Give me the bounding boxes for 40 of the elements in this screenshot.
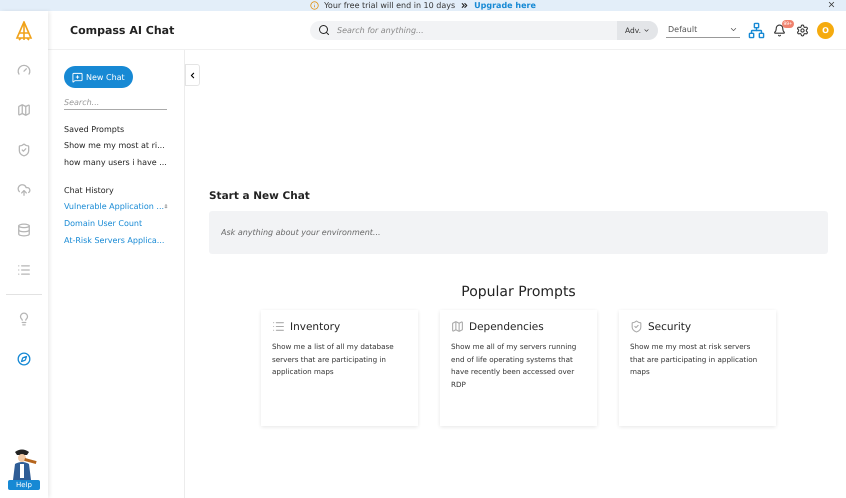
- list-icon[interactable]: [17, 263, 31, 277]
- shield-icon: [630, 320, 643, 333]
- chevron-left-icon: [188, 70, 197, 80]
- saved-prompt[interactable]: how many users i have ...: [64, 154, 168, 171]
- caret-icon: [729, 25, 738, 34]
- chat-plus-icon: [72, 72, 83, 82]
- trial-message: Your free trial will end in 10 days: [324, 1, 456, 10]
- page-title: Compass AI Chat: [70, 24, 174, 36]
- card-title: Inventory: [290, 320, 340, 332]
- gauge-icon[interactable]: [17, 63, 31, 77]
- search-icon: [318, 24, 330, 36]
- settings-icon[interactable]: [796, 24, 809, 36]
- bell-icon[interactable]: [773, 24, 786, 36]
- section-heading: Start a New Chat: [209, 190, 311, 202]
- new-chat-button[interactable]: New Chat: [64, 66, 133, 88]
- lightbulb-icon[interactable]: [17, 312, 31, 326]
- database-icon[interactable]: [17, 223, 31, 237]
- map-icon[interactable]: [17, 103, 31, 117]
- compass-icon[interactable]: [17, 352, 31, 366]
- saved-prompt[interactable]: Show me my most at ri...: [64, 137, 168, 154]
- card-title: Dependencies: [469, 320, 544, 332]
- info-icon: [310, 1, 320, 10]
- section-title: Saved Prompts: [64, 125, 126, 134]
- network-icon[interactable]: [748, 22, 765, 38]
- cloud-upload-icon[interactable]: [17, 183, 31, 197]
- view-select[interactable]: Default: [666, 22, 740, 38]
- chat-history-item[interactable]: At-Risk Servers Applica...: [64, 232, 168, 249]
- map-icon: [451, 320, 464, 333]
- chat-history-item[interactable]: Domain User Count: [64, 215, 168, 232]
- logo-icon[interactable]: [15, 20, 33, 40]
- shield-icon[interactable]: [17, 143, 31, 157]
- chat-history-item[interactable]: Vulnerable Application ...: [64, 198, 168, 215]
- card-title: Security: [648, 320, 692, 332]
- caret-icon: [643, 26, 650, 34]
- close-button[interactable]: [827, 0, 836, 9]
- sidebar-search-field[interactable]: Search...: [64, 96, 167, 110]
- collapse-button[interactable]: [185, 64, 200, 86]
- section-heading: Popular Prompts: [460, 284, 577, 300]
- double-chevron-icon: [460, 1, 470, 10]
- section-title: Chat History: [64, 186, 115, 195]
